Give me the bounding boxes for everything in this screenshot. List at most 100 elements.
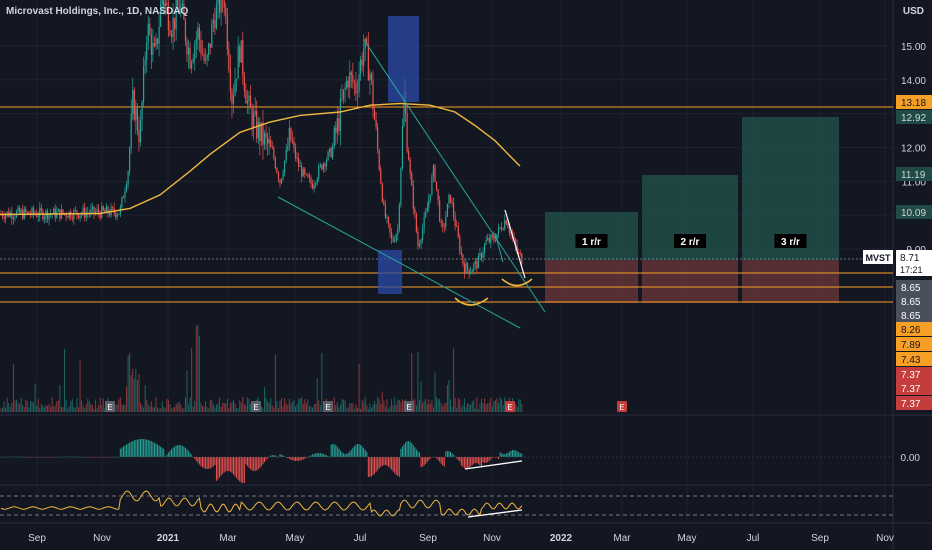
volume-bar	[34, 383, 36, 412]
candle-body	[170, 34, 173, 37]
candle-body	[122, 197, 125, 199]
macd-bar	[177, 445, 179, 457]
macd-bar	[248, 457, 250, 468]
candle-body	[166, 3, 168, 6]
volume-bar	[389, 406, 391, 412]
risk-zone	[742, 260, 839, 303]
macd-bar	[518, 452, 520, 457]
volume-bar	[167, 399, 169, 412]
macd-bar	[408, 441, 410, 457]
volume-bar	[484, 398, 486, 412]
volume-bar	[491, 406, 493, 412]
candle-body	[74, 210, 76, 211]
candle-body	[375, 119, 377, 127]
candle-body	[174, 17, 176, 30]
macd-bar	[471, 457, 473, 466]
price-tag-label: 8.65	[901, 311, 921, 322]
macd-bar	[482, 457, 484, 463]
candle-body	[161, 0, 163, 5]
volume-bar	[90, 404, 92, 412]
candle-body	[445, 216, 447, 227]
candle-body	[12, 218, 14, 219]
macd-bar	[267, 457, 269, 459]
macd-bar	[395, 457, 397, 475]
volume-bar	[42, 405, 44, 412]
candle-body	[325, 160, 328, 167]
macd-bar	[62, 456, 64, 458]
candle-body	[449, 194, 452, 203]
candle-body	[211, 23, 213, 48]
volume-bar	[147, 404, 149, 412]
volume-bar	[203, 406, 205, 412]
volume-bar	[228, 408, 230, 412]
candle-body	[363, 48, 365, 66]
macd-bar	[423, 457, 425, 466]
candle-body	[457, 226, 459, 238]
candle-body	[132, 90, 134, 114]
candle-body	[401, 126, 404, 168]
volume-bar	[422, 402, 424, 412]
candle-body	[468, 269, 470, 274]
candle-body	[296, 157, 298, 159]
chart-canvas[interactable]: 1 r/r2 r/r3 r/r EEEEEE 9.0010.0011.0012.…	[0, 0, 932, 550]
macd-bar	[377, 457, 379, 471]
macd-bar	[265, 457, 267, 461]
candle-body	[285, 149, 287, 161]
macd-bar	[474, 457, 476, 464]
price-tag-label: 7.37	[901, 384, 921, 395]
candle-body	[271, 146, 273, 149]
candle-body	[333, 127, 335, 147]
macd-bar	[153, 442, 155, 457]
volume-bar	[12, 364, 14, 412]
volume-bar	[378, 398, 380, 412]
macd-bar	[487, 457, 489, 463]
candle-body	[322, 163, 324, 170]
volume-bar	[87, 398, 89, 412]
candle-body	[62, 209, 64, 214]
volume-bar	[101, 405, 103, 412]
macd-bar	[375, 457, 377, 473]
candle-body	[302, 168, 304, 177]
volume-bar	[450, 399, 451, 412]
volume-bar	[437, 399, 439, 412]
macd-bar	[143, 439, 145, 457]
candle-body	[191, 62, 193, 69]
volume-bar	[353, 408, 355, 412]
volume-bar	[59, 384, 61, 412]
risk-zone	[642, 260, 738, 303]
candle-body	[488, 238, 490, 243]
volume-bar	[473, 400, 475, 412]
candle-body	[71, 217, 73, 220]
candle-body	[282, 172, 284, 179]
volume-bar	[519, 399, 521, 412]
volume-bar	[459, 399, 461, 412]
macd-bar	[437, 457, 439, 460]
macd-bar	[202, 457, 203, 468]
volume-bar	[386, 399, 388, 412]
currency-label[interactable]: USD	[903, 6, 924, 17]
candle-body	[232, 95, 235, 104]
volume-bar	[316, 378, 318, 412]
candle-body	[414, 208, 416, 214]
volume-bar	[144, 385, 146, 412]
candle-body	[508, 228, 510, 233]
candle-body	[93, 206, 95, 214]
volume-bar	[279, 400, 281, 412]
candle-body	[493, 236, 495, 241]
volume-bar	[481, 398, 482, 412]
candle-body	[46, 210, 49, 220]
candle-body	[112, 207, 114, 208]
volume-bar	[3, 401, 5, 412]
volume-bar	[432, 407, 434, 412]
candle-body	[304, 168, 306, 175]
volume-bar	[347, 407, 349, 412]
macd-bar	[256, 457, 258, 471]
macd-bar	[411, 442, 413, 457]
volume-bar	[2, 407, 4, 412]
candle-body	[490, 235, 492, 243]
candle-body	[54, 208, 56, 218]
macd-bar	[246, 457, 248, 467]
candle-body	[25, 208, 27, 213]
macd-bar	[440, 457, 442, 464]
candle-body	[391, 232, 393, 239]
